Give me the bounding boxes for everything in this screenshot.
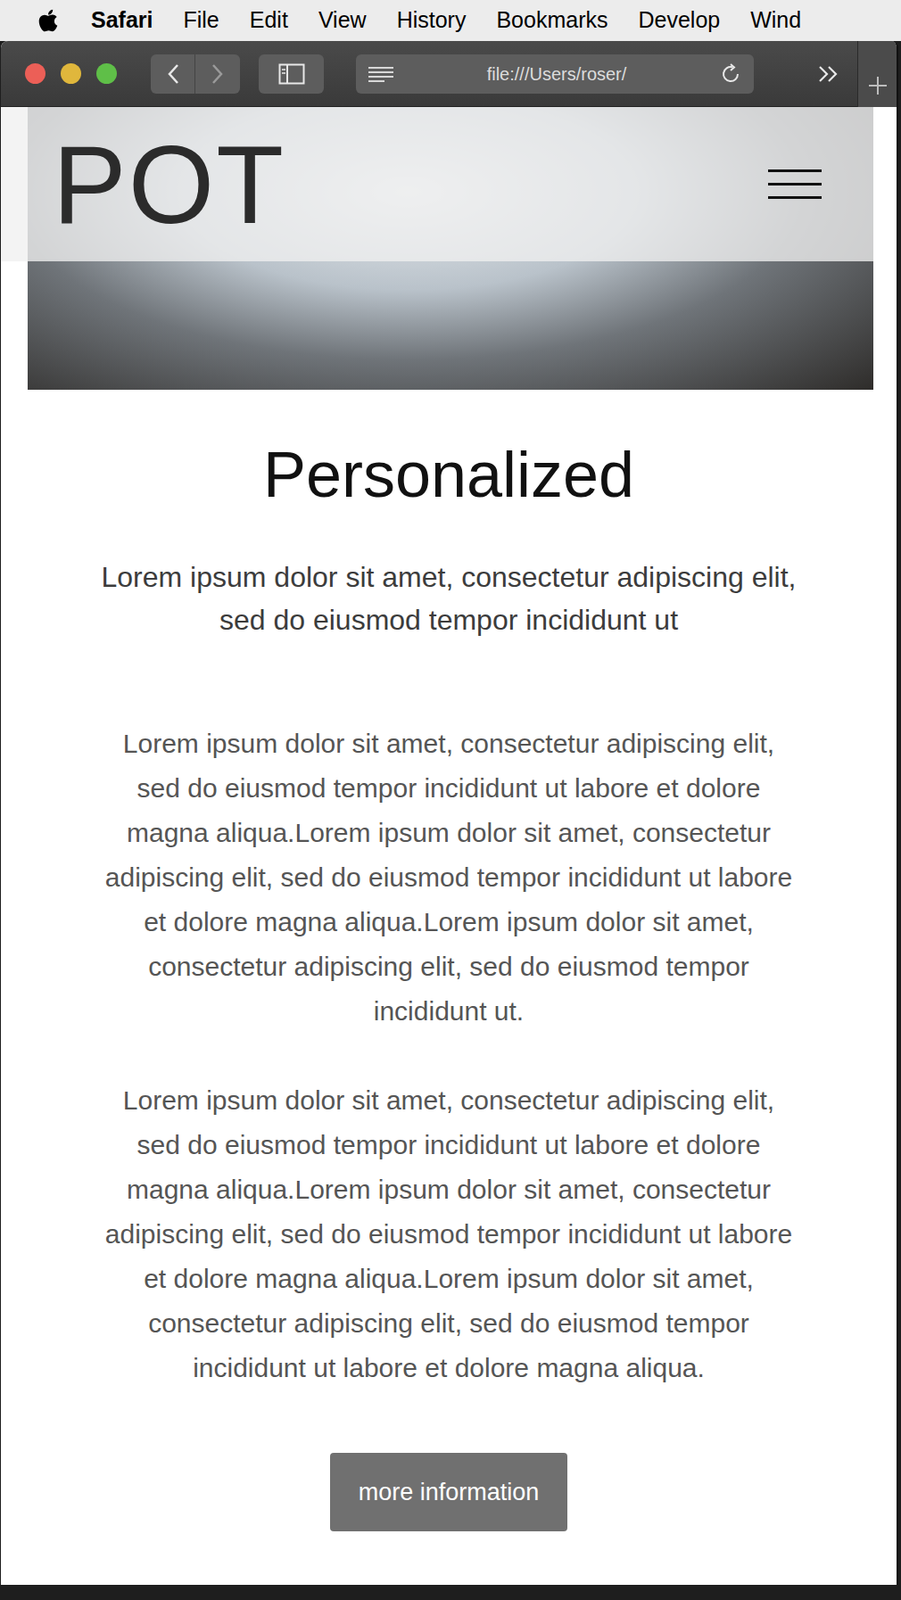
subtitle: Lorem ipsum dolor sit amet, consectetur … [78, 555, 819, 642]
logo[interactable]: POT [52, 129, 286, 240]
sidebar-button[interactable] [258, 54, 324, 94]
forward-button[interactable] [195, 54, 240, 94]
desktop: Safari File Edit View History Bookmarks Develo… [0, 0, 901, 1600]
body-paragraph: Lorem ipsum dolor sit amet, consectetur … [100, 721, 797, 1034]
toolbar: file:///Users/roser/ [0, 41, 897, 108]
menu-item[interactable]: History [396, 3, 467, 38]
site-header: POT [0, 107, 874, 262]
plus-icon [867, 74, 889, 97]
chevron-right-icon [211, 63, 224, 85]
sidebar-icon [278, 63, 306, 85]
menu-item[interactable]: Edit [249, 3, 289, 38]
hamburger-icon[interactable] [768, 169, 822, 199]
browser-window: file:///Users/roser/POT Personalized Lorem… [0, 41, 899, 1586]
menu-item[interactable]: Safari [90, 3, 153, 38]
menu-item[interactable]: Develop [637, 3, 720, 38]
address-bar[interactable]: file:///Users/roser/ [355, 54, 754, 94]
apple-icon[interactable] [35, 8, 61, 34]
close-button[interactable] [24, 63, 46, 84]
menu-item[interactable]: Wind [750, 3, 802, 38]
chevron-left-icon [166, 63, 180, 85]
reader-icon [368, 66, 394, 83]
new-tab-button[interactable] [857, 41, 897, 108]
menu-item[interactable]: View [318, 3, 367, 38]
menu-item[interactable]: File [182, 3, 219, 38]
heading: Personalized [263, 436, 635, 513]
back-button[interactable] [150, 54, 196, 94]
more-icon[interactable] [818, 65, 840, 83]
reload-icon[interactable] [719, 63, 742, 85]
menu-bar: Safari File Edit View History Bookmarks Develo… [0, 0, 901, 42]
web-page: POT Personalized Lorem ipsum dolor sit ame… [0, 107, 897, 1586]
body-paragraph: Lorem ipsum dolor sit amet, consectetur … [100, 1078, 797, 1391]
minimize-button[interactable] [60, 63, 82, 84]
address-text: file:///Users/roser/ [411, 60, 703, 88]
more-information-button[interactable]: more information [330, 1453, 568, 1532]
menu-item[interactable]: Bookmarks [495, 3, 608, 38]
zoom-button[interactable] [96, 63, 117, 84]
